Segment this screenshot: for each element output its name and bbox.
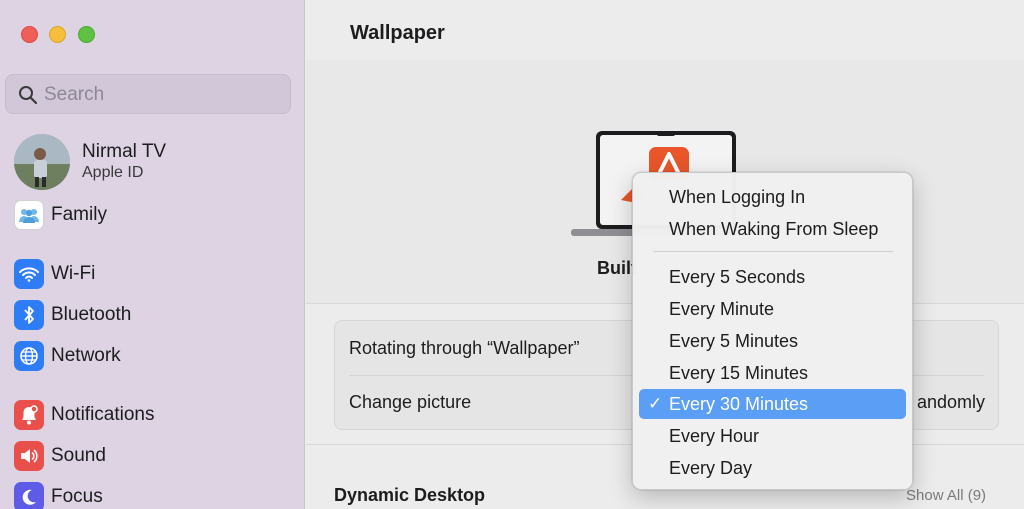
- search-icon: [19, 86, 38, 105]
- moon-icon: [14, 482, 44, 509]
- menu-item-label: When Waking From Sleep: [669, 218, 879, 239]
- page-title: Wallpaper: [350, 22, 445, 44]
- family-icon: [14, 200, 44, 230]
- globe-icon: [14, 341, 44, 371]
- sidebar-item-label: Sound: [51, 445, 106, 466]
- close-window-button[interactable]: [21, 26, 38, 43]
- wifi-icon: [14, 259, 44, 289]
- sidebar-item-bluetooth[interactable]: Bluetooth: [14, 299, 294, 331]
- sidebar-item-focus[interactable]: Focus: [14, 481, 294, 509]
- sidebar-item-label: Family: [51, 204, 107, 225]
- sidebar-item-label: Bluetooth: [51, 304, 132, 325]
- sidebar-item-notifications[interactable]: Notifications: [14, 399, 294, 431]
- sidebar-item-label: Network: [51, 345, 121, 366]
- speaker-icon: [14, 441, 44, 471]
- menu-item-label: Every Hour: [669, 425, 760, 446]
- change-picture-label: Change picture: [349, 392, 472, 412]
- menu-item-when-logging-in[interactable]: When Logging In: [639, 182, 906, 212]
- display-label: Built: [597, 258, 637, 278]
- menu-item-every-day[interactable]: Every Day: [639, 453, 906, 483]
- zoom-window-button[interactable]: [78, 26, 95, 43]
- sidebar-item-sound[interactable]: Sound: [14, 440, 294, 472]
- menu-item-every-hour[interactable]: Every Hour: [639, 421, 906, 451]
- bell-icon: [14, 400, 44, 430]
- sidebar-item-label: Notifications: [51, 404, 155, 425]
- menu-item-label: Every Minute: [669, 298, 775, 319]
- menu-item-label: Every 15 Minutes: [669, 362, 809, 383]
- menu-item-label: Every Day: [669, 457, 753, 478]
- menu-item-label: Every 30 Minutes: [669, 393, 809, 414]
- minimize-window-button[interactable]: [49, 26, 66, 43]
- menu-separator: [653, 251, 893, 252]
- account-name[interactable]: Nirmal TV: [82, 141, 166, 163]
- sidebar-item-wifi[interactable]: Wi-Fi: [14, 258, 294, 290]
- show-all-button[interactable]: Show All (9): [906, 487, 986, 504]
- menu-item-every-5-minutes[interactable]: Every 5 Minutes: [639, 326, 906, 356]
- sidebar-item-family[interactable]: Family: [14, 199, 294, 231]
- sidebar-item-network[interactable]: Network: [14, 340, 294, 372]
- search-input[interactable]: [44, 81, 284, 109]
- sidebar: Nirmal TV Apple ID Family Wi-Fi B: [0, 0, 305, 509]
- change-picture-value[interactable]: andomly: [917, 392, 985, 413]
- rotating-label: Rotating through “Wallpaper”: [349, 338, 580, 358]
- menu-item-every-30-minutes[interactable]: ✓ Every 30 Minutes: [639, 389, 906, 419]
- avatar[interactable]: [14, 134, 70, 190]
- search-field[interactable]: [5, 74, 291, 114]
- dynamic-desktop-heading: Dynamic Desktop: [334, 485, 486, 505]
- menu-item-when-waking[interactable]: When Waking From Sleep: [639, 214, 906, 244]
- checkmark-icon: ✓: [648, 394, 663, 413]
- menu-item-every-minute[interactable]: Every Minute: [639, 294, 906, 324]
- menu-item-label: When Logging In: [669, 186, 806, 207]
- sidebar-item-label: Focus: [51, 486, 103, 507]
- sidebar-item-label: Wi-Fi: [51, 263, 96, 284]
- account-subtitle: Apple ID: [82, 164, 144, 181]
- menu-item-label: Every 5 Seconds: [669, 266, 806, 287]
- menu-item-label: Every 5 Minutes: [669, 330, 799, 351]
- menu-item-every-5-seconds[interactable]: Every 5 Seconds: [639, 262, 906, 292]
- change-picture-menu: When Logging In When Waking From Sleep E…: [632, 172, 913, 490]
- bluetooth-icon: [14, 300, 44, 330]
- menu-item-every-15-minutes[interactable]: Every 15 Minutes: [639, 358, 906, 388]
